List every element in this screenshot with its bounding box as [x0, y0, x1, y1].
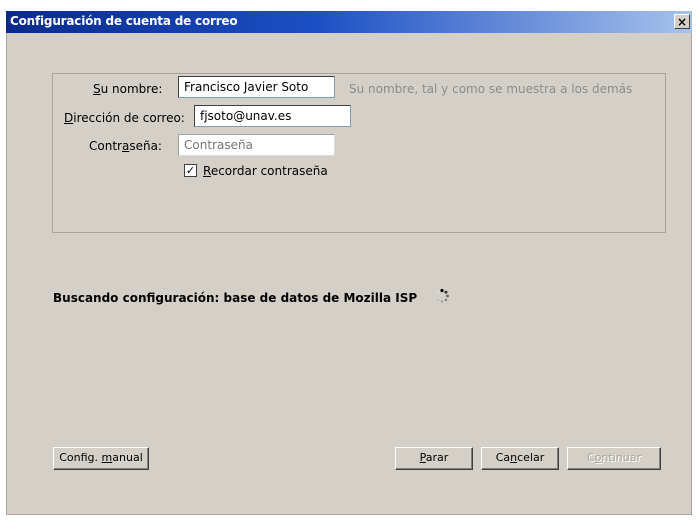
password-input[interactable] — [178, 134, 335, 156]
password-label: Contraseña: — [89, 139, 162, 153]
status-text: Buscando configuración: base de datos de… — [53, 291, 418, 305]
remember-password-checkbox[interactable]: ✓ — [184, 164, 197, 177]
window-title: Configuración de cuenta de correo — [10, 14, 238, 28]
cancel-button[interactable]: Cancelar — [481, 447, 559, 470]
title-bar: Configuración de cuenta de correo × — [6, 11, 692, 33]
checkmark-icon: ✓ — [185, 164, 196, 177]
loading-spinner-icon — [435, 288, 449, 303]
dialog-body: Su nombre: Su nombre, tal y como se mues… — [6, 33, 692, 515]
name-input[interactable] — [178, 76, 335, 98]
manual-config-button[interactable]: Config. manual — [53, 447, 149, 470]
email-label: Dirección de correo: — [64, 111, 185, 125]
continue-button[interactable]: Continuar — [567, 447, 661, 470]
name-hint: Su nombre, tal y como se muestra a los d… — [349, 82, 633, 96]
remember-password-label[interactable]: Recordar contraseña — [203, 164, 328, 178]
close-button[interactable]: × — [674, 14, 690, 29]
email-input[interactable] — [194, 105, 351, 127]
close-icon: × — [676, 15, 688, 29]
stop-button[interactable]: Parar — [395, 447, 473, 470]
account-group: Su nombre: Su nombre, tal y como se mues… — [52, 73, 666, 233]
name-label: Su nombre: — [93, 82, 163, 96]
